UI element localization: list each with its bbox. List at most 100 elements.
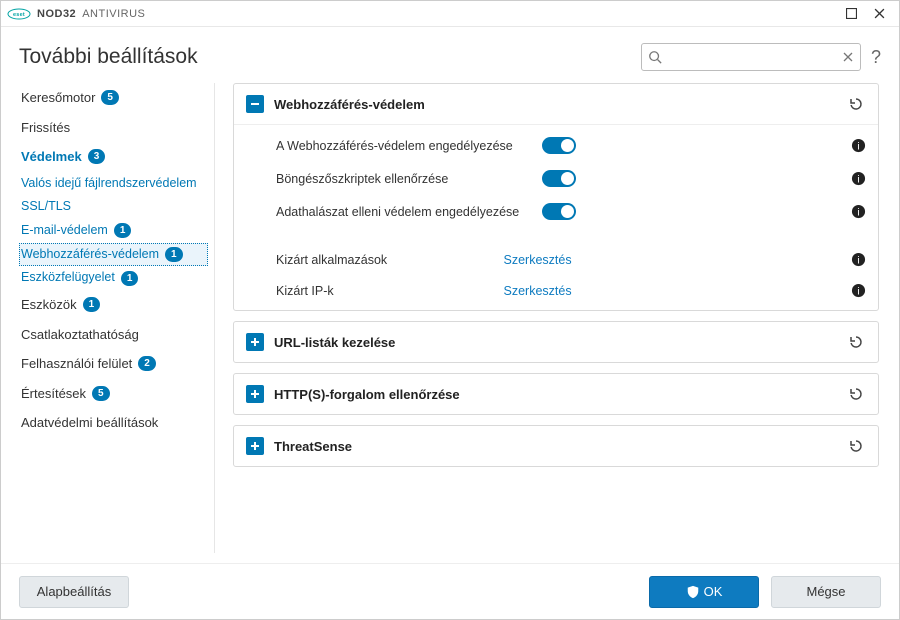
info-button[interactable]: i [851, 171, 866, 186]
info-button[interactable]: i [851, 252, 866, 267]
panel-header-url-lists[interactable]: URL-listák kezelése [234, 322, 878, 362]
panel-header-threatsense[interactable]: ThreatSense [234, 426, 878, 466]
sidebar-item-label: Adatvédelmi beállítások [21, 415, 158, 431]
sidebar-item-update[interactable]: Frissítés [19, 113, 208, 143]
body: Keresőmotor 5 Frissítés Védelmek 3 Valós… [1, 83, 899, 563]
brand-name: NOD32 [37, 8, 76, 20]
sidebar-item-connectivity[interactable]: Csatlakoztathatóság [19, 320, 208, 350]
revert-icon [848, 334, 864, 350]
panel-threatsense: ThreatSense [233, 425, 879, 467]
svg-text:i: i [857, 207, 859, 218]
sidebar-sub-device[interactable]: Eszközfelügyelet 1 [19, 266, 208, 290]
revert-button[interactable] [846, 384, 866, 404]
info-icon: i [851, 171, 866, 186]
window-close-button[interactable] [865, 2, 893, 26]
panel-title: URL-listák kezelése [274, 335, 836, 350]
sidebar-item-label: Felhasználói felület [21, 356, 132, 372]
revert-button[interactable] [846, 436, 866, 456]
toggle-browser-scripts[interactable] [542, 170, 576, 187]
revert-icon [848, 96, 864, 112]
info-button[interactable]: i [851, 138, 866, 153]
sidebar-sub-ssl[interactable]: SSL/TLS [19, 195, 208, 219]
brand-rest: ANTIVIRUS [82, 8, 145, 20]
setting-row: Adathalászat elleni védelem engedélyezés… [234, 195, 878, 228]
setting-row: Kizárt alkalmazások Szerkesztés i [234, 244, 878, 275]
sidebar-item-label: Webhozzáférés-védelem [21, 247, 159, 263]
cancel-button[interactable]: Mégse [771, 576, 881, 608]
svg-text:i: i [857, 141, 859, 152]
setting-label: Böngészőszkriptek ellenőrzése [276, 172, 532, 186]
clear-search-icon[interactable] [842, 51, 854, 63]
ok-button[interactable]: OK [649, 576, 759, 608]
sidebar-item-label: Csatlakoztathatóság [21, 327, 139, 343]
edit-excluded-apps-link[interactable]: Szerkesztés [504, 253, 614, 267]
sidebar-item-label: Frissítés [21, 120, 70, 136]
sidebar-item-label: E-mail-védelem [21, 223, 108, 239]
setting-row: A Webhozzáférés-védelem engedélyezése i [234, 129, 878, 162]
brand: eset NOD32 ANTIVIRUS [7, 7, 145, 21]
setting-label: Kizárt IP-k [276, 284, 494, 298]
svg-text:i: i [857, 255, 859, 266]
sidebar-badge: 1 [165, 247, 183, 262]
info-icon: i [851, 204, 866, 219]
header: További beállítások ? [1, 27, 899, 83]
sidebar-badge: 1 [83, 297, 101, 312]
revert-button[interactable] [846, 94, 866, 114]
maximize-icon [846, 8, 857, 19]
panel-https-traffic: HTTP(S)-forgalom ellenőrzése [233, 373, 879, 415]
default-settings-button[interactable]: Alapbeállítás [19, 576, 129, 608]
sidebar-item-label: Védelmek [21, 149, 82, 165]
sidebar-item-label: Valós idejű fájlrendszervédelem [21, 176, 197, 192]
close-icon [874, 8, 885, 19]
sidebar-item-label: Értesítések [21, 386, 86, 402]
sidebar-sub-realtime[interactable]: Valós idejű fájlrendszervédelem [19, 172, 208, 196]
sidebar-item-ui[interactable]: Felhasználói felület 2 [19, 349, 208, 379]
edit-excluded-ips-link[interactable]: Szerkesztés [504, 284, 614, 298]
toggle-enable-web-protection[interactable] [542, 137, 576, 154]
sidebar-item-detection-engine[interactable]: Keresőmotor 5 [19, 83, 208, 113]
info-icon: i [851, 138, 866, 153]
setting-row: Kizárt IP-k Szerkesztés i [234, 275, 878, 306]
sidebar-item-label: Eszközfelügyelet [21, 270, 115, 286]
sidebar-sub-email[interactable]: E-mail-védelem 1 [19, 219, 208, 243]
sidebar-item-tools[interactable]: Eszközök 1 [19, 290, 208, 320]
setting-label: Kizárt alkalmazások [276, 253, 494, 267]
panel-header-web-access[interactable]: Webhozzáférés-védelem [234, 84, 878, 124]
panel-title: HTTP(S)-forgalom ellenőrzése [274, 387, 836, 402]
setting-row: Böngészőszkriptek ellenőrzése i [234, 162, 878, 195]
panel-title: ThreatSense [274, 439, 836, 454]
sidebar-item-notifications[interactable]: Értesítések 5 [19, 379, 208, 409]
info-button[interactable]: i [851, 204, 866, 219]
svg-text:eset: eset [13, 12, 25, 18]
footer: Alapbeállítás OK Mégse [1, 563, 899, 619]
button-label: Alapbeállítás [37, 584, 111, 599]
sidebar-badge: 1 [114, 223, 132, 238]
expand-icon [246, 333, 264, 351]
help-button[interactable]: ? [871, 47, 881, 68]
sidebar-item-privacy[interactable]: Adatvédelmi beállítások [19, 408, 208, 438]
eset-logo-icon: eset [7, 7, 31, 21]
panel-body-web-access: A Webhozzáférés-védelem engedélyezése i … [234, 124, 878, 310]
sidebar-badge: 3 [88, 149, 106, 164]
info-button[interactable]: i [851, 283, 866, 298]
info-icon: i [851, 283, 866, 298]
setting-label: Adathalászat elleni védelem engedélyezés… [276, 205, 532, 219]
revert-icon [848, 438, 864, 454]
panel-url-lists: URL-listák kezelése [233, 321, 879, 363]
titlebar: eset NOD32 ANTIVIRUS [1, 1, 899, 27]
panel-header-https-traffic[interactable]: HTTP(S)-forgalom ellenőrzése [234, 374, 878, 414]
setting-label: A Webhozzáférés-védelem engedélyezése [276, 139, 532, 153]
revert-button[interactable] [846, 332, 866, 352]
main-content: Webhozzáférés-védelem A Webhozzáférés-vé… [233, 83, 881, 553]
collapse-icon [246, 95, 264, 113]
sidebar-badge: 2 [138, 356, 156, 371]
search-input[interactable] [662, 50, 842, 64]
toggle-antiphishing[interactable] [542, 203, 576, 220]
sidebar-sub-webaccess[interactable]: Webhozzáférés-védelem 1 [19, 243, 208, 267]
expand-icon [246, 385, 264, 403]
button-label: Mégse [806, 584, 845, 599]
button-label: OK [704, 584, 723, 599]
sidebar-item-protections[interactable]: Védelmek 3 [19, 142, 208, 172]
window-maximize-button[interactable] [837, 2, 865, 26]
search-field[interactable] [641, 43, 861, 71]
